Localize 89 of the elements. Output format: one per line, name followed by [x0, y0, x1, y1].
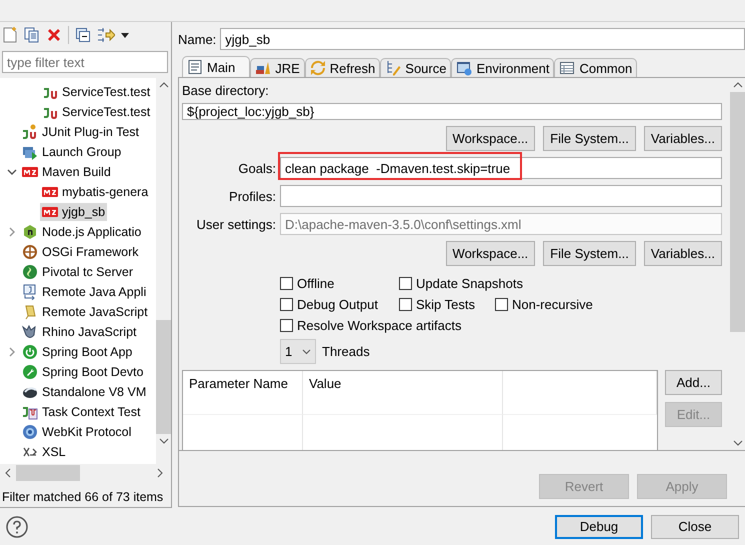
name-label: Name: — [178, 32, 216, 46]
column-header[interactable]: Parameter Name — [183, 371, 303, 415]
rhino-icon — [22, 324, 38, 340]
pivotal-icon — [22, 264, 38, 280]
tree-item[interactable]: Standalone V8 VM — [20, 383, 148, 401]
browse-button[interactable]: Variables... — [644, 241, 722, 266]
option-label[interactable]: Update Snapshots — [416, 276, 523, 291]
browse-button[interactable]: Workspace... — [446, 241, 536, 266]
parameter-button[interactable]: Add... — [665, 370, 722, 395]
m2-icon — [42, 184, 58, 200]
checkbox[interactable] — [280, 298, 293, 311]
task-icon — [22, 404, 38, 420]
tree-item[interactable]: mybatis-genera — [40, 183, 150, 201]
jre-tab-icon — [255, 60, 272, 76]
text-field[interactable]: clean package -Dmaven.test.skip=true — [280, 157, 722, 179]
name-field[interactable]: yjgb_sb — [220, 28, 745, 50]
option-label[interactable]: Offline — [297, 276, 334, 291]
checkbox[interactable] — [495, 298, 508, 311]
group-icon — [22, 144, 38, 160]
tree-item[interactable]: WebKit Protocol — [20, 423, 134, 441]
option-label[interactable]: Resolve Workspace artifacts — [297, 318, 462, 333]
m2-icon — [22, 164, 38, 180]
tab[interactable]: JRE — [250, 58, 305, 77]
tree-item[interactable]: Spring Boot Devto — [20, 363, 146, 381]
option-label[interactable]: Debug Output — [297, 297, 378, 312]
delete-icon[interactable] — [46, 27, 62, 43]
browse-button[interactable]: File System... — [543, 126, 636, 151]
threads-dropdown[interactable]: 1 — [280, 339, 316, 364]
osgi-icon — [22, 244, 38, 260]
webkit-icon — [22, 424, 38, 440]
tab[interactable]: Environment — [451, 58, 554, 77]
field-label: Profiles: — [228, 188, 276, 204]
option-label[interactable]: Non-recursive — [512, 297, 593, 312]
spring-icon — [22, 344, 38, 360]
refresh-tab-icon — [310, 60, 326, 76]
remote-java-icon — [22, 284, 38, 300]
browse-button[interactable]: File System... — [543, 241, 636, 266]
tree-item[interactable]: ServiceTest.test — [40, 103, 152, 121]
browse-button[interactable]: Workspace... — [446, 126, 536, 151]
source-tab-icon — [385, 60, 402, 76]
checkbox[interactable] — [399, 298, 412, 311]
tab[interactable]: Common — [554, 58, 638, 77]
m2-icon — [42, 204, 58, 220]
main-tab-icon — [187, 59, 203, 75]
checkbox[interactable] — [280, 277, 293, 290]
browse-button[interactable]: Variables... — [644, 126, 722, 151]
tab[interactable]: Refresh — [304, 58, 380, 77]
tree-item[interactable]: Maven Build — [20, 163, 113, 181]
common-tab-icon — [559, 60, 576, 76]
tree-item[interactable]: Launch Group — [20, 143, 124, 161]
dropdown-caret-icon[interactable] — [121, 32, 129, 38]
base-directory-field[interactable]: ${project_loc:yjgb_sb} — [182, 103, 722, 120]
tree-item[interactable]: Remote Java Appli — [20, 283, 148, 301]
filter-status-text: Filter matched 66 of 73 items — [1, 490, 164, 504]
tree-item[interactable]: XSL — [20, 443, 68, 461]
field-label: Goals: — [237, 160, 276, 176]
collapse-all-icon[interactable] — [75, 27, 91, 43]
tree-item[interactable]: ServiceTest.test — [40, 83, 152, 101]
tree-item[interactable]: Remote JavaScript — [20, 303, 150, 321]
tree-item[interactable]: yjgb_sb — [40, 203, 108, 221]
option-label[interactable]: Skip Tests — [416, 297, 476, 312]
dropdown-caret-icon — [302, 348, 311, 354]
threads-label: Threads — [322, 344, 370, 359]
tree-item[interactable]: Spring Boot App — [20, 343, 134, 361]
dialog-button[interactable]: Close — [651, 514, 739, 538]
checkbox[interactable] — [399, 277, 412, 290]
field-label: User settings: — [196, 216, 276, 232]
help-icon[interactable] — [6, 516, 28, 538]
tree-item[interactable]: Task Context Test — [20, 403, 142, 421]
filter-icon[interactable] — [97, 27, 115, 43]
tab[interactable]: Source — [380, 58, 452, 77]
dialog-button[interactable]: Debug — [555, 514, 643, 538]
tree-item[interactable]: JUnit Plug-in Test — [20, 123, 142, 141]
tree-item[interactable]: Node.js Applicatio — [20, 223, 144, 241]
base-directory-label: Base directory: — [182, 83, 270, 98]
spring-devtools-icon — [22, 364, 38, 380]
junit-plugin-icon — [22, 124, 38, 140]
tree-item[interactable]: Pivotal tc Server — [20, 263, 136, 281]
tree-item[interactable]: OSGi Framework — [20, 243, 141, 261]
duplicate-icon[interactable] — [24, 27, 40, 43]
column-header[interactable]: Value — [303, 371, 503, 415]
new-configuration-icon[interactable] — [2, 27, 18, 43]
environment-tab-icon — [456, 60, 472, 76]
text-field[interactable] — [280, 185, 722, 207]
checkbox[interactable] — [280, 319, 293, 332]
filter-field[interactable]: type filter text — [2, 51, 168, 73]
tab[interactable]: Main — [182, 56, 250, 77]
node-icon — [22, 224, 38, 240]
tree-item[interactable]: Rhino JavaScript — [20, 323, 138, 341]
